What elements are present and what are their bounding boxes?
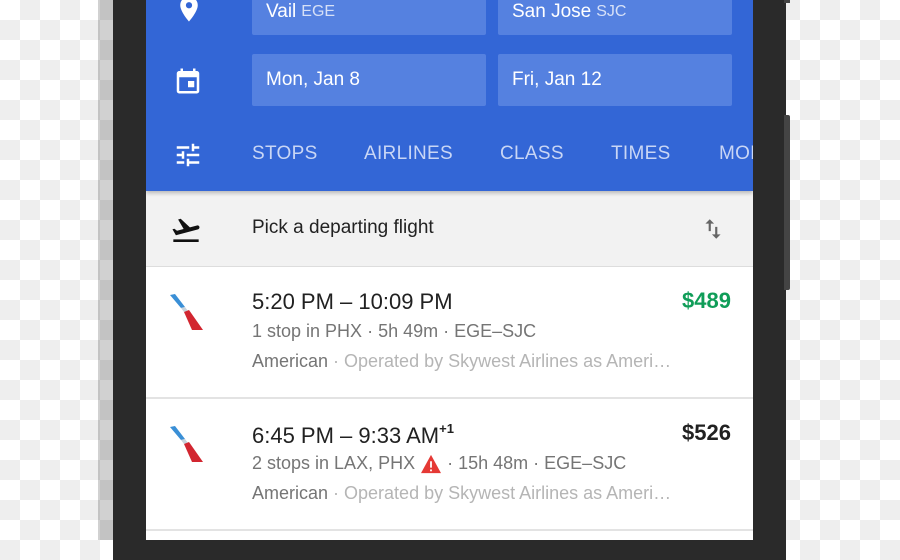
flight-route: EGE–SJC [544, 453, 627, 473]
filter-airlines[interactable]: AIRLINES [364, 143, 453, 165]
filter-class[interactable]: CLASS [500, 143, 564, 165]
filter-more[interactable]: MORE [719, 143, 753, 165]
search-header: Vail EGE San Jose SJC Mon, Jan 8 Fri, Jan … [146, 0, 753, 191]
flight-takeoff-icon [172, 218, 200, 242]
origin-field[interactable]: Vail EGE [252, 0, 486, 35]
filter-times[interactable]: TIMES [611, 143, 671, 165]
section-title: Pick a departing flight [252, 217, 434, 238]
flight-price: $489 [682, 288, 731, 313]
destination-code: SJC [596, 2, 627, 20]
depart-date: Mon, Jan 8 [266, 69, 360, 90]
return-date-field[interactable]: Fri, Jan 12 [498, 54, 732, 106]
airline-name: American [252, 351, 329, 371]
background-shadow [98, 0, 114, 540]
calendar-icon [176, 68, 200, 94]
airline-name: American [252, 483, 329, 503]
filter-stops[interactable]: STOPS [252, 143, 318, 165]
flight-times: 5:20 PM – 10:09 PM [252, 289, 453, 314]
destination-city: San Jose [512, 0, 592, 22]
flight-times: 6:45 PM – 9:33 AM+1 [252, 421, 454, 449]
sort-arrows-icon[interactable] [700, 215, 726, 243]
flight-times-text: 6:45 PM – 9:33 AM [252, 423, 440, 448]
section-header: Pick a departing flight [146, 191, 753, 267]
flight-row[interactable]: 5:20 PM – 10:09 PM $489 1 stop in PHX · … [146, 267, 753, 399]
location-pin-icon [180, 0, 198, 22]
phone-side-button-top [784, 0, 790, 3]
phone-side-button [784, 115, 790, 290]
american-airlines-logo-icon [170, 294, 203, 330]
destination-field[interactable]: San Jose SJC [498, 0, 732, 35]
day-offset: +1 [439, 421, 454, 436]
flight-price: $526 [682, 420, 731, 445]
american-airlines-logo-icon [170, 426, 203, 462]
flight-duration: 5h 49m [378, 321, 439, 341]
flight-row[interactable]: 6:45 PM – 9:33 AM+1 $526 2 stops in LAX,… [146, 399, 753, 531]
origin-code: EGE [301, 2, 336, 20]
operated-by: Operated by Skywest Airlines as Ameri… [344, 483, 672, 503]
flight-stops: 1 stop in PHX [252, 321, 363, 341]
flight-airline-line: American · Operated by Skywest Airlines … [252, 351, 672, 371]
flight-airline-line: American · Operated by Skywest Airlines … [252, 483, 672, 503]
operated-by: Operated by Skywest Airlines as Ameri… [344, 351, 672, 371]
flight-stops: 2 stops in LAX, PHX [252, 453, 416, 473]
return-date: Fri, Jan 12 [512, 69, 602, 90]
warning-icon [421, 454, 442, 473]
phone-screen: Vail EGE San Jose SJC Mon, Jan 8 Fri, Jan … [146, 0, 753, 540]
flight-route: EGE–SJC [454, 321, 537, 341]
flight-details: 1 stop in PHX · 5h 49m · EGE–SJC [252, 321, 537, 341]
depart-date-field[interactable]: Mon, Jan 8 [252, 54, 486, 106]
filter-sliders-icon[interactable] [173, 140, 203, 170]
flight-duration: 15h 48m [458, 453, 529, 473]
flight-details: 2 stops in LAX, PHX · 15h 48m · EGE–SJC [252, 453, 627, 473]
origin-city: Vail [266, 0, 297, 22]
